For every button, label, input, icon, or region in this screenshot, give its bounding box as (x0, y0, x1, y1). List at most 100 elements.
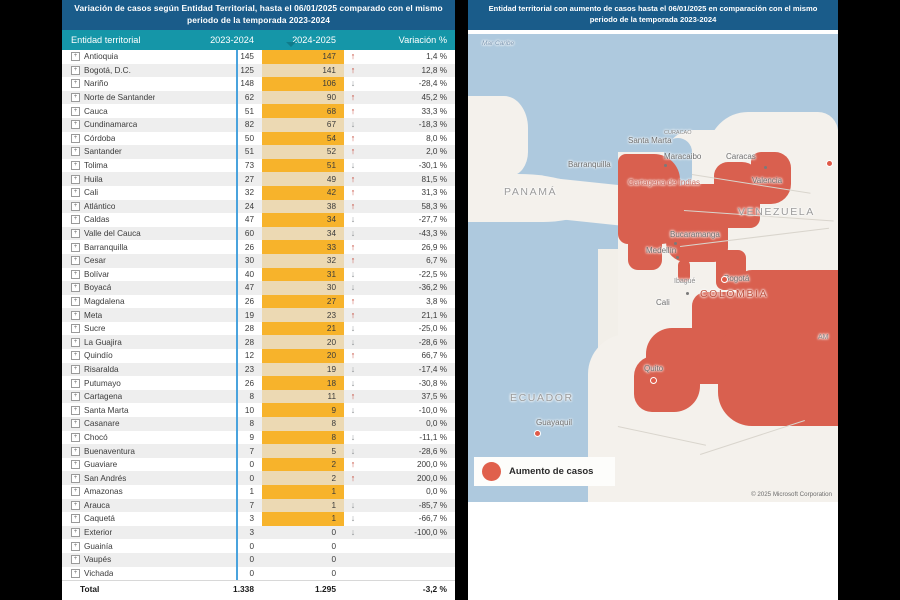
expand-row-icon[interactable]: + (71, 405, 80, 415)
sort-descending-icon[interactable] (286, 42, 296, 47)
expand-row-icon[interactable]: + (71, 419, 80, 429)
table-row[interactable]: + Risaralda 23 19 ↓ -17,4 % (62, 362, 455, 377)
expand-row-icon[interactable]: + (71, 147, 80, 157)
table-row[interactable]: + Cundinamarca 82 67 ↓ -18,3 % (62, 117, 455, 132)
row-variation-value: 33,3 % (421, 106, 448, 116)
expand-row-icon[interactable]: + (71, 256, 80, 266)
row-prev-value: 0 (249, 541, 254, 551)
table-row[interactable]: + Nariño 148 106 ↓ -28,4 % (62, 77, 455, 91)
row-prev-value: 23 (244, 364, 254, 374)
expand-row-icon[interactable]: + (71, 432, 80, 442)
table-row[interactable]: + Boyacá 47 30 ↓ -36,2 % (62, 281, 455, 295)
map-pin-quito[interactable] (650, 377, 657, 384)
row-entity-label: Guaviare (84, 460, 118, 470)
expand-row-icon[interactable]: + (71, 188, 80, 198)
map-pin-bogota[interactable] (721, 276, 728, 283)
table-row[interactable]: + Guaviare 0 2 ↑ 200,0 % (62, 458, 455, 472)
table-row[interactable]: + Caldas 47 34 ↓ -27,7 % (62, 213, 455, 227)
table-row[interactable]: + Bolívar 40 31 ↓ -22,5 % (62, 268, 455, 282)
trend-down-icon: ↓ (350, 228, 356, 239)
expand-row-icon[interactable]: + (71, 324, 80, 334)
expand-row-icon[interactable]: + (71, 174, 80, 184)
expand-row-icon[interactable]: + (71, 487, 80, 497)
column-header-current-season[interactable]: 2024-2025 (260, 35, 342, 45)
table-row[interactable]: + Atlántico 24 38 ↑ 58,3 % (62, 199, 455, 214)
column-header-variation[interactable]: Variación % (364, 35, 455, 45)
table-row[interactable]: + Vaupés 0 0 (62, 552, 455, 567)
expand-row-icon[interactable]: + (71, 364, 80, 374)
table-row[interactable]: + Antioquia 145 147 ↑ 1,4 % (62, 50, 455, 64)
expand-row-icon[interactable]: + (71, 473, 80, 483)
table-row[interactable]: + Casanare 8 8 0,0 % (62, 417, 455, 431)
expand-row-icon[interactable]: + (71, 568, 80, 578)
expand-row-icon[interactable]: + (71, 296, 80, 306)
row-curr-value: 42 (326, 188, 336, 198)
table-row[interactable]: + Cesar 30 32 ↑ 6,7 % (62, 253, 455, 268)
expand-row-icon[interactable]: + (71, 310, 80, 320)
row-variation-value: -27,7 % (418, 215, 447, 225)
expand-row-icon[interactable]: + (71, 283, 80, 293)
row-entity-label: Nariño (84, 79, 109, 89)
expand-row-icon[interactable]: + (71, 93, 80, 103)
table-row[interactable]: + Magdalena 26 27 ↑ 3,8 % (62, 295, 455, 309)
expand-row-icon[interactable]: + (71, 161, 80, 171)
table-row[interactable]: + Valle del Cauca 60 34 ↓ -43,3 % (62, 226, 455, 241)
table-row[interactable]: + Putumayo 26 18 ↓ -30,8 % (62, 376, 455, 390)
table-row[interactable]: + San Andrés 0 2 ↑ 200,0 % (62, 471, 455, 485)
expand-row-icon[interactable]: + (71, 514, 80, 524)
expand-row-icon[interactable]: + (71, 378, 80, 388)
expand-row-icon[interactable]: + (71, 555, 80, 565)
table-row[interactable]: + Cali 32 42 ↑ 31,3 % (62, 186, 455, 200)
table-row[interactable]: + Santander 51 52 ↑ 2,0 % (62, 145, 455, 159)
expand-row-icon[interactable]: + (71, 351, 80, 361)
column-header-prev-season[interactable]: 2023-2024 (180, 35, 260, 45)
map-canvas[interactable]: Mar Caribe PANAMÁ VENEZUELA COLOMBIA ECU… (468, 34, 838, 502)
table-row[interactable]: + Arauca 7 1 ↓ -85,7 % (62, 498, 455, 513)
table-row[interactable]: + Caquetá 3 1 ↓ -66,7 % (62, 512, 455, 526)
table-row[interactable]: + Bogotá, D.C. 125 141 ↑ 12,8 % (62, 63, 455, 78)
column-header-entity[interactable]: Entidad territorial (62, 35, 180, 45)
table-row[interactable]: + Cartagena 8 11 ↑ 37,5 % (62, 389, 455, 404)
expand-row-icon[interactable]: + (71, 337, 80, 347)
expand-row-icon[interactable]: + (71, 215, 80, 225)
row-entity-label: Buenaventura (84, 446, 135, 456)
table-row[interactable]: + Buenaventura 7 5 ↓ -28,6 % (62, 444, 455, 458)
table-row[interactable]: + Tolima 73 51 ↓ -30,1 % (62, 159, 455, 173)
table-row[interactable]: + Norte de Santander 62 90 ↑ 45,2 % (62, 90, 455, 105)
table-row[interactable]: + Vichada 0 0 (62, 567, 455, 581)
row-curr-value: 51 (326, 161, 336, 171)
row-curr-value: 106 (322, 79, 336, 89)
table-row[interactable]: + Córdoba 50 54 ↑ 8,0 % (62, 132, 455, 146)
expand-row-icon[interactable]: + (71, 269, 80, 279)
expand-row-icon[interactable]: + (71, 120, 80, 130)
table-row[interactable]: + Huila 27 49 ↑ 81,5 % (62, 172, 455, 186)
expand-row-icon[interactable]: + (71, 460, 80, 470)
table-row[interactable]: + Meta 19 23 ↑ 21,1 % (62, 308, 455, 322)
table-row[interactable]: + Quindío 12 20 ↑ 66,7 % (62, 349, 455, 363)
table-row[interactable]: + Exterior 3 0 ↓ -100,0 % (62, 525, 455, 540)
table-row[interactable]: + La Guajira 28 20 ↓ -28,6 % (62, 335, 455, 350)
expand-row-icon[interactable]: + (71, 392, 80, 402)
table-row[interactable]: + Amazonas 1 1 0,0 % (62, 485, 455, 499)
expand-row-icon[interactable]: + (71, 229, 80, 239)
expand-row-icon[interactable]: + (71, 201, 80, 211)
expand-row-icon[interactable]: + (71, 106, 80, 116)
table-row[interactable]: + Guainía 0 0 (62, 539, 455, 553)
table-row[interactable]: + Santa Marta 10 9 ↓ -10,0 % (62, 403, 455, 417)
table-row[interactable]: + Sucre 28 21 ↓ -25,0 % (62, 322, 455, 336)
expand-row-icon[interactable]: + (71, 65, 80, 75)
expand-row-icon[interactable]: + (71, 446, 80, 456)
expand-row-icon[interactable]: + (71, 52, 80, 62)
expand-row-icon[interactable]: + (71, 528, 80, 538)
expand-row-icon[interactable]: + (71, 133, 80, 143)
expand-row-icon[interactable]: + (71, 541, 80, 551)
table-row[interactable]: + Barranquilla 26 33 ↑ 26,9 % (62, 240, 455, 254)
table-row[interactable]: + Cauca 51 68 ↑ 33,3 % (62, 104, 455, 118)
expand-row-icon[interactable]: + (71, 242, 80, 252)
map-pin-north[interactable] (826, 160, 833, 167)
table-row[interactable]: + Chocó 9 8 ↓ -11,1 % (62, 431, 455, 445)
expand-row-icon[interactable]: + (71, 79, 80, 89)
expand-row-icon[interactable]: + (71, 500, 80, 510)
trend-up-icon: ↑ (350, 51, 356, 62)
map-pin-guayaquil[interactable] (534, 430, 541, 437)
